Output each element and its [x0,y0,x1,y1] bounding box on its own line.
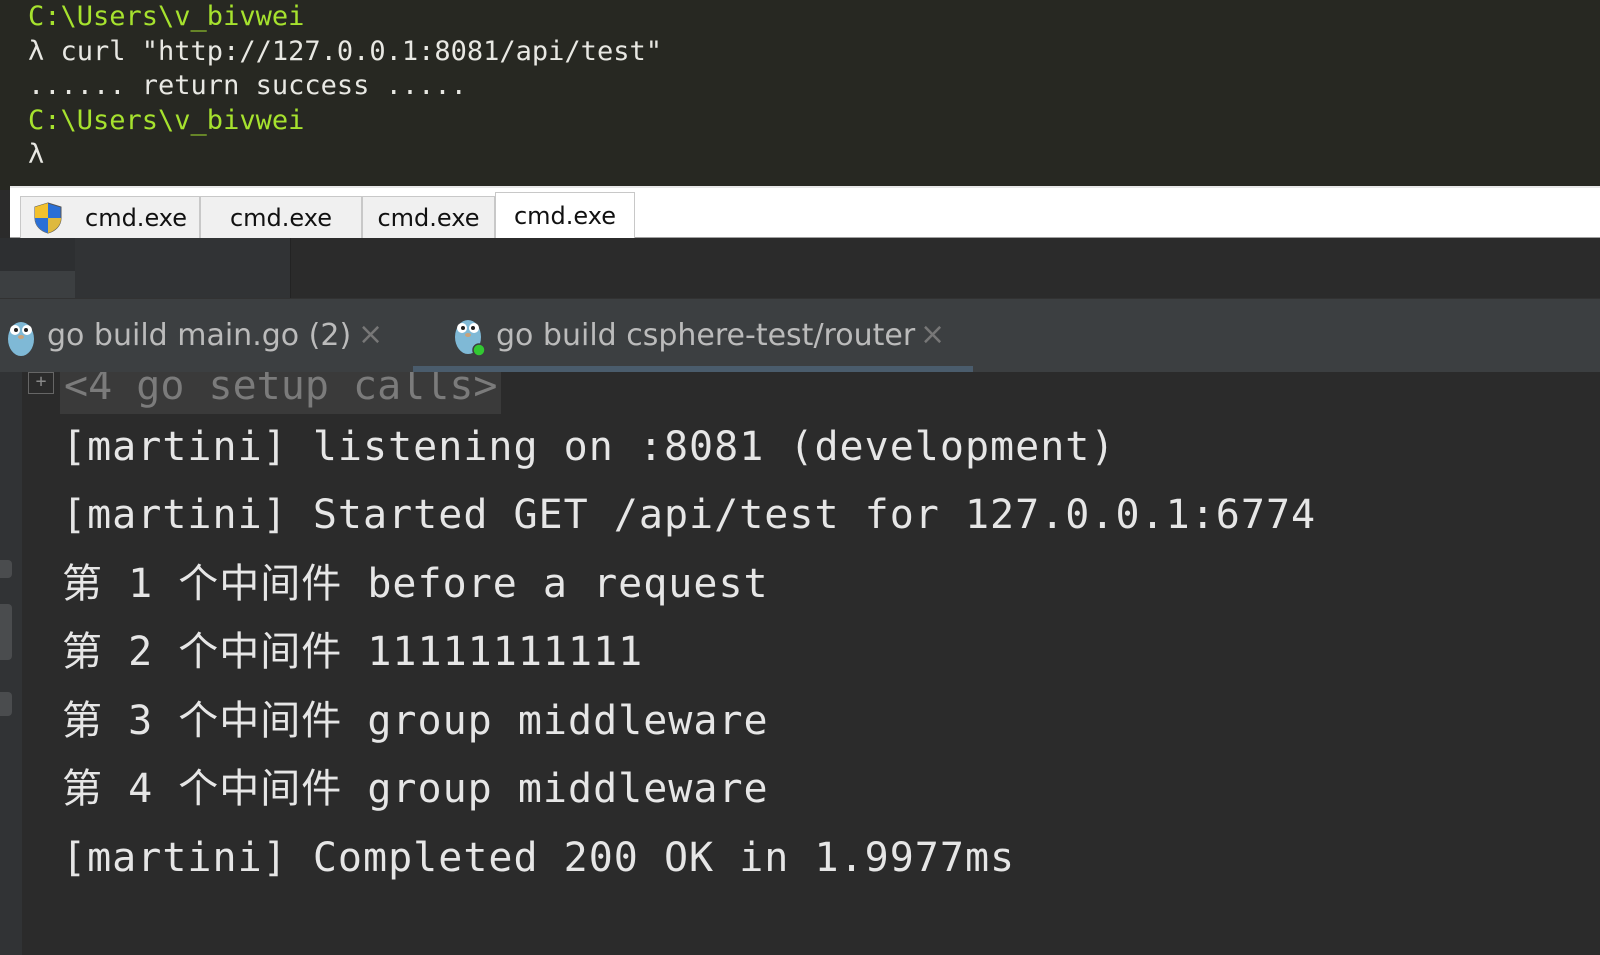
vertical-scrollbar[interactable] [1592,372,1600,955]
run-tab-main[interactable]: go build main.go (2) × [0,299,400,373]
output-line: 第 3 个中间件 group middleware [62,698,769,744]
command-output: ...... return success ..... [28,70,467,101]
curl-command: λ curl "http://127.0.0.1:8081/api/test" [28,35,662,67]
console-tab-label: cmd.exe [377,204,480,232]
run-tab-label: go build main.go (2) [47,318,352,353]
run-tab-router[interactable]: go build csphere-test/router × [413,299,973,373]
tool-window-panel [75,238,291,298]
close-icon[interactable]: × [358,317,383,352]
output-line: [martini] Completed 200 OK in 1.9977ms [62,835,1016,881]
console-gutter [0,372,22,955]
ide-toolbar-strip [0,238,1600,298]
gopher-running-icon [455,320,485,357]
console-tab-label: cmd.exe [85,204,188,232]
tool-window-stripe [0,271,75,298]
output-line: [martini] Started GET /api/test for 127.… [62,492,1317,538]
run-tab-bar: go build main.go (2) × go build csphere-… [0,298,1600,373]
prompt-cursor[interactable]: λ [28,138,1600,173]
expand-fold-icon[interactable]: + [28,372,54,394]
close-icon[interactable]: × [920,317,945,352]
console-tab-bar: cmd.exe cmd.exe [*] cmd.exe cmd.exe [10,186,1600,274]
run-tab-label: go build csphere-test/router [496,318,916,353]
output-line: 第 2 个中间件 11111111111 [62,629,644,675]
console-tab-3[interactable]: cmd.exe [362,196,495,238]
console-tab-label: cmd.exe [513,202,616,230]
output-line: [martini] listening on :8081 (developmen… [62,424,1116,470]
shield-icon [34,202,62,234]
cmder-console[interactable]: C:\Users\v_bivwei λ curl "http://127.0.0… [0,0,1600,190]
console-tab-2[interactable]: cmd.exe [*] [200,196,362,274]
output-line: 第 1 个中间件 before a request [62,561,769,607]
output-line: 第 4 个中间件 group middleware [62,766,769,812]
console-tab-1[interactable]: cmd.exe [20,196,200,238]
gopher-icon [8,322,34,356]
prompt-path: C:\Users\v_bivwei [28,1,305,32]
run-console-output[interactable]: + <4 go setup calls> [martini] listening… [0,372,1600,955]
collapsed-setup-calls[interactable]: <4 go setup calls> [60,372,502,414]
prompt-path: C:\Users\v_bivwei [28,104,305,136]
console-tab-4-active[interactable]: cmd.exe [495,192,635,238]
